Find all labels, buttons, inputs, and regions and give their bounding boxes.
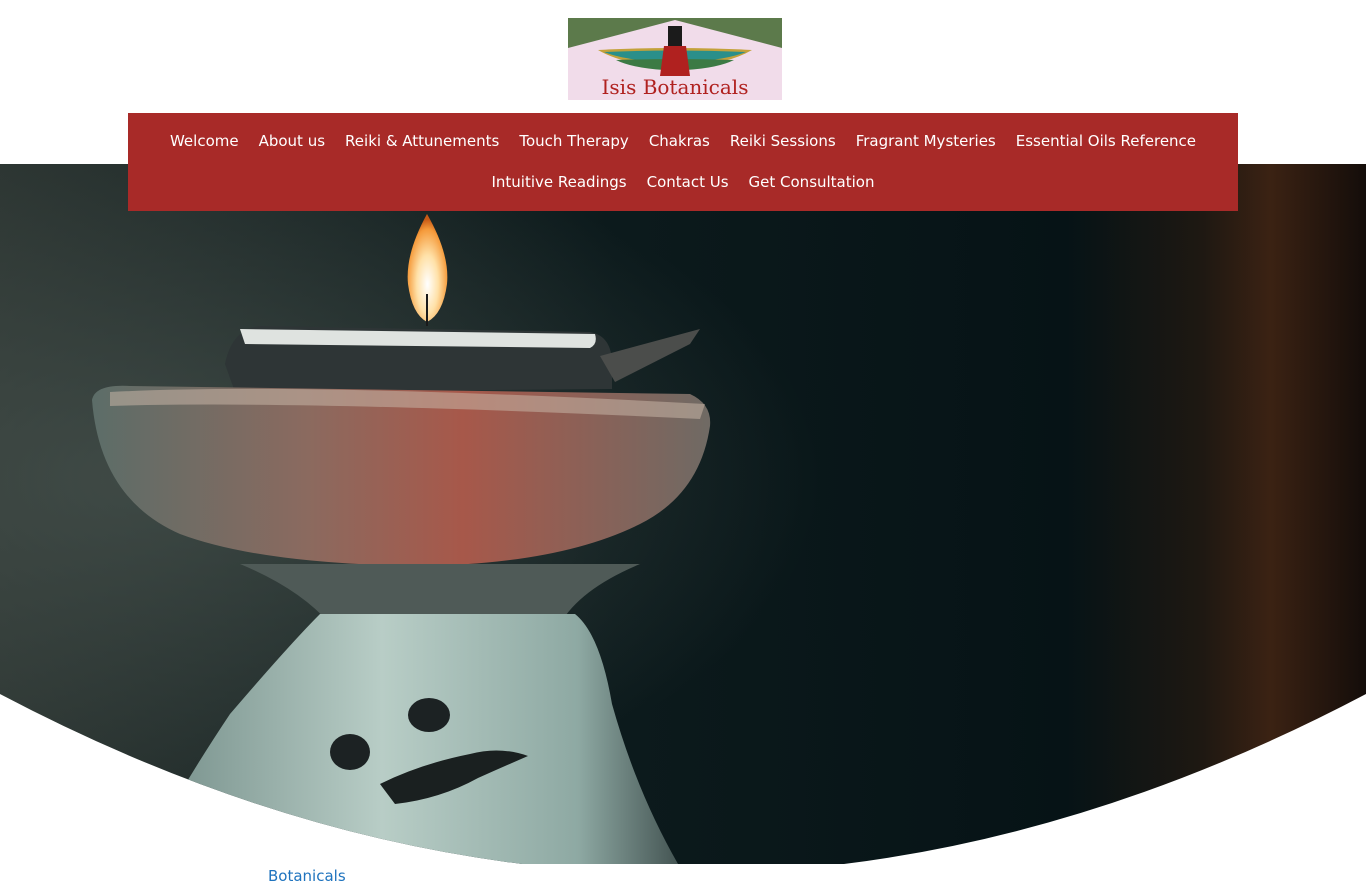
hero-image [0, 164, 1366, 864]
botanicals-link[interactable]: Botanicals [268, 867, 346, 885]
site-logo[interactable]: Isis Botanicals [568, 18, 782, 100]
logo-text: Isis Botanicals [602, 75, 749, 99]
nav-row-2: Intuitive Readings Contact Us Get Consul… [128, 170, 1238, 194]
nav-item-fragrant-mysteries[interactable]: Fragrant Mysteries [856, 132, 996, 150]
nav-row-1: Welcome About us Reiki & Attunements Tou… [128, 129, 1238, 153]
nav-item-essential-oils-reference[interactable]: Essential Oils Reference [1016, 132, 1196, 150]
nav-item-reiki-attunements[interactable]: Reiki & Attunements [345, 132, 499, 150]
nav-item-intuitive-readings[interactable]: Intuitive Readings [491, 173, 626, 191]
nav-item-chakras[interactable]: Chakras [649, 132, 710, 150]
nav-item-contact-us[interactable]: Contact Us [647, 173, 729, 191]
nav-item-about-us[interactable]: About us [259, 132, 325, 150]
main-navigation: Welcome About us Reiki & Attunements Tou… [128, 113, 1238, 211]
nav-item-get-consultation[interactable]: Get Consultation [749, 173, 875, 191]
hero-oil-burner-illustration [0, 164, 1366, 864]
nav-item-welcome[interactable]: Welcome [170, 132, 239, 150]
nav-item-touch-therapy[interactable]: Touch Therapy [519, 132, 628, 150]
page: Isis Botanicals Welcome About us Reiki &… [0, 0, 1366, 888]
isis-winged-goddess-logo: Isis Botanicals [568, 18, 782, 100]
nav-item-reiki-sessions[interactable]: Reiki Sessions [730, 132, 836, 150]
